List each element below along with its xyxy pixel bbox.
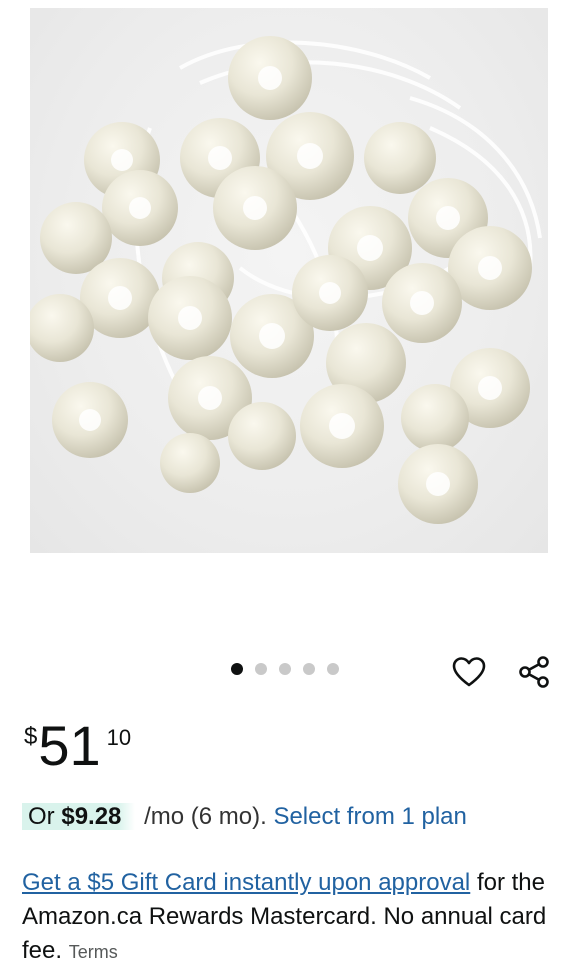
product-image[interactable]: [30, 8, 548, 553]
select-plan-link[interactable]: Select from 1 plan: [273, 803, 466, 830]
price-fraction: 10: [106, 725, 132, 750]
installment-highlight: Or $9.28: [22, 803, 136, 830]
product-price: $ 51 10: [24, 715, 131, 777]
rewards-card-promo: Get a $5 Gift Card instantly upon approv…: [22, 866, 552, 960]
carousel-dot-4[interactable]: [303, 663, 315, 675]
carousel-dot-3[interactable]: [279, 663, 291, 675]
terms-link[interactable]: Terms: [69, 942, 118, 960]
carousel-dot-5[interactable]: [327, 663, 339, 675]
add-to-list-button[interactable]: [449, 652, 489, 692]
installment-offer: Or $9.28 /mo (6 mo). Select from 1 plan: [22, 800, 467, 834]
gift-card-offer-link[interactable]: Get a $5 Gift Card instantly upon approv…: [22, 869, 470, 896]
installment-period: /mo (6 mo).: [144, 803, 267, 830]
image-carousel-indicator[interactable]: [231, 663, 339, 675]
price-whole: 51: [38, 714, 101, 777]
share-button[interactable]: [514, 652, 554, 692]
ball-bungee-photo: [30, 36, 542, 524]
carousel-dot-2[interactable]: [255, 663, 267, 675]
installment-amount: $9.28: [61, 803, 122, 830]
share-icon: [519, 656, 549, 688]
carousel-dot-1[interactable]: [231, 663, 243, 675]
heart-outline-icon: [452, 657, 486, 687]
price-currency: $: [24, 723, 38, 750]
installment-prefix: Or: [28, 803, 55, 830]
